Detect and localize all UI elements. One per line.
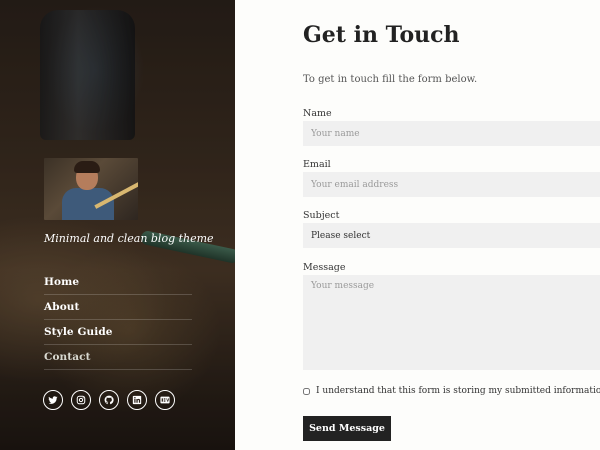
social-links [43,390,175,410]
nav-item-style-guide: Style Guide [44,320,192,345]
nav-link-style-guide[interactable]: Style Guide [44,326,113,338]
consent-label: I understand that this form is storing m… [316,386,600,396]
instagram-icon [76,395,86,405]
dev-link[interactable] [155,390,175,410]
instagram-link[interactable] [71,390,91,410]
subject-select[interactable]: Please select [303,223,600,248]
nav-item-home: Home [44,270,192,295]
nav-item-contact: Contact [44,345,192,370]
consent-row: I understand that this form is storing m… [303,386,600,396]
intro-text: To get in touch fill the form below. [303,74,478,85]
linkedin-link[interactable] [127,390,147,410]
main-content: Get in Touch To get in touch fill the fo… [235,0,600,450]
twitter-icon [48,396,58,404]
twitter-link[interactable] [43,390,63,410]
site-tagline: Minimal and clean blog theme [44,232,214,245]
message-field[interactable] [303,275,600,370]
sidebar: Minimal and clean blog theme Home About … [0,0,235,450]
nav-link-contact[interactable]: Contact [44,351,91,363]
main-nav: Home About Style Guide Contact [44,270,192,370]
subject-select-value: Please select [311,230,371,241]
nav-link-home[interactable]: Home [44,276,79,288]
github-icon [104,395,114,405]
github-link[interactable] [99,390,119,410]
subject-label: Subject [303,210,340,221]
nav-item-about: About [44,295,192,320]
message-label: Message [303,262,346,273]
consent-checkbox[interactable] [303,387,310,395]
email-label: Email [303,159,331,170]
dev-icon [160,396,170,404]
linkedin-icon [132,395,142,405]
nav-link-about[interactable]: About [44,301,79,313]
name-field[interactable] [303,121,600,146]
page-title: Get in Touch [303,22,460,48]
email-field[interactable] [303,172,600,197]
send-message-button[interactable]: Send Message [303,416,391,441]
name-label: Name [303,108,332,119]
avatar[interactable] [44,158,138,220]
